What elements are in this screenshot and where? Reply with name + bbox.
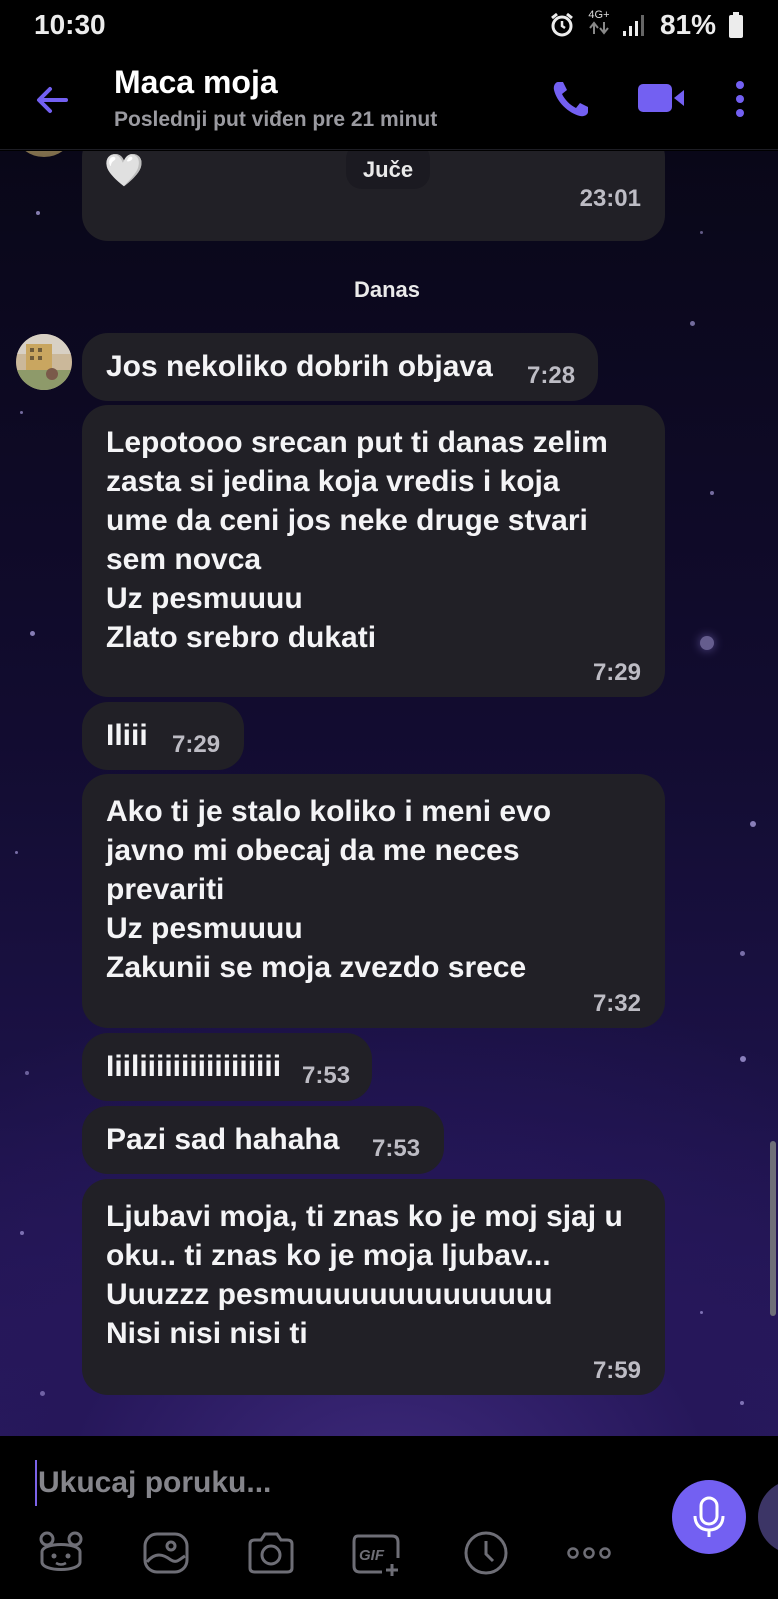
phone-icon[interactable] (548, 76, 594, 122)
message-time: 7:28 (527, 362, 576, 389)
message-time: 7:53 (372, 1135, 421, 1162)
gallery-icon[interactable] (141, 1528, 191, 1578)
chat-area[interactable]: 🤍 23:01 Juče Danas Jos nekoliko dobrih o… (0, 151, 778, 1436)
message-time: 7:29 (172, 731, 221, 758)
more-vertical-icon[interactable] (722, 74, 758, 124)
network-indicator: 4G+ (588, 10, 610, 40)
message-time: 7:53 (302, 1062, 351, 1089)
status-time: 10:30 (34, 9, 106, 40)
battery-percent: 81% (659, 9, 716, 40)
date-label: Juče (362, 157, 414, 182)
battery-icon (729, 12, 743, 38)
message-input[interactable] (38, 1458, 638, 1508)
message-text: Jos nekoliko dobrih objava (106, 350, 493, 383)
background-star (750, 821, 756, 827)
message-text: Ljubavi moja, ti znas ko je moj sjaj u o… (106, 1200, 623, 1350)
background-star (740, 1401, 744, 1405)
message-bubble[interactable]: Ako ti je stalo koliko i meni evo javno … (82, 774, 665, 1028)
back-arrow-icon[interactable] (30, 78, 74, 122)
message-text: Lepotooo srecan put ti danas zelim zasta… (106, 426, 608, 654)
message-composer: GIF (0, 1436, 778, 1599)
message-bubble[interactable]: Ljubavi moja, ti znas ko je moj sjaj u o… (82, 1179, 665, 1395)
message-text: Iiiliiiiiiiiiiiiiiiii (106, 1050, 282, 1083)
message-time: 23:01 (579, 185, 641, 212)
clock-icon[interactable] (461, 1528, 511, 1578)
background-star (25, 1071, 29, 1075)
signal-icon (622, 15, 644, 36)
message-bubble[interactable]: Jos nekoliko dobrih objava 7:28 (82, 333, 598, 401)
background-star (690, 321, 695, 326)
status-bar: 10:30 4G+ 81% (0, 0, 778, 50)
background-star (30, 631, 35, 636)
alarm-icon (551, 12, 573, 37)
background-star (700, 231, 703, 234)
video-camera-icon[interactable] (636, 78, 686, 118)
background-star (36, 211, 40, 215)
message-time: 7:32 (592, 990, 641, 1017)
text-cursor (35, 1460, 37, 1506)
viber-chat-screen: 10:30 4G+ 81% Maca moja Poslednji put vi… (0, 0, 778, 1599)
background-star (700, 1311, 703, 1314)
background-star (700, 636, 714, 650)
message-bubble[interactable]: Pazi sad hahaha 7:53 (82, 1106, 444, 1174)
background-star (15, 851, 18, 854)
contact-name[interactable]: Maca moja (114, 64, 278, 101)
microphone-button[interactable] (672, 1480, 746, 1554)
background-star (20, 1231, 24, 1235)
microphone-icon (693, 1496, 725, 1537)
message-bubble[interactable]: Iliii 7:29 (82, 702, 244, 770)
background-star (710, 491, 714, 495)
message-text: Iliii (106, 719, 148, 752)
camera-icon[interactable] (246, 1528, 296, 1578)
svg-text:GIF: GIF (359, 1547, 385, 1564)
network-type: 4G+ (588, 9, 610, 21)
message-bubble[interactable]: Lepotooo srecan put ti danas zelim zasta… (82, 405, 665, 697)
heart-emoji: 🤍 (104, 151, 144, 189)
scrollbar-thumb[interactable] (770, 1141, 776, 1316)
sticker-bear-icon[interactable] (36, 1528, 86, 1578)
message-text: Pazi sad hahaha (106, 1123, 340, 1156)
more-horizontal-icon[interactable] (564, 1528, 614, 1578)
message-time: 7:59 (592, 1357, 641, 1384)
background-star (20, 411, 23, 414)
background-star (740, 951, 745, 956)
message-time: 7:29 (592, 659, 641, 686)
message-text: Ako ti je stalo koliko i meni evo javno … (106, 795, 552, 984)
date-separator-yesterday: Juče (346, 151, 430, 189)
contact-avatar[interactable] (16, 334, 72, 390)
background-star (40, 1391, 45, 1396)
secondary-action-button[interactable] (758, 1480, 778, 1554)
date-separator-today: Danas (354, 277, 421, 302)
contact-avatar[interactable] (18, 151, 70, 157)
background-star (740, 1056, 746, 1062)
message-bubble[interactable]: Iiiliiiiiiiiiiiiiiiii 7:53 (82, 1033, 372, 1101)
status-indicators: 4G+ 81% (548, 9, 744, 41)
last-seen-status: Poslednji put viđen pre 21 minut (114, 108, 438, 131)
data-arrows-icon (589, 21, 609, 35)
avatar-photo (16, 334, 72, 390)
chat-header: Maca moja Poslednji put viđen pre 21 min… (0, 50, 778, 150)
gif-icon[interactable]: GIF (352, 1528, 402, 1578)
